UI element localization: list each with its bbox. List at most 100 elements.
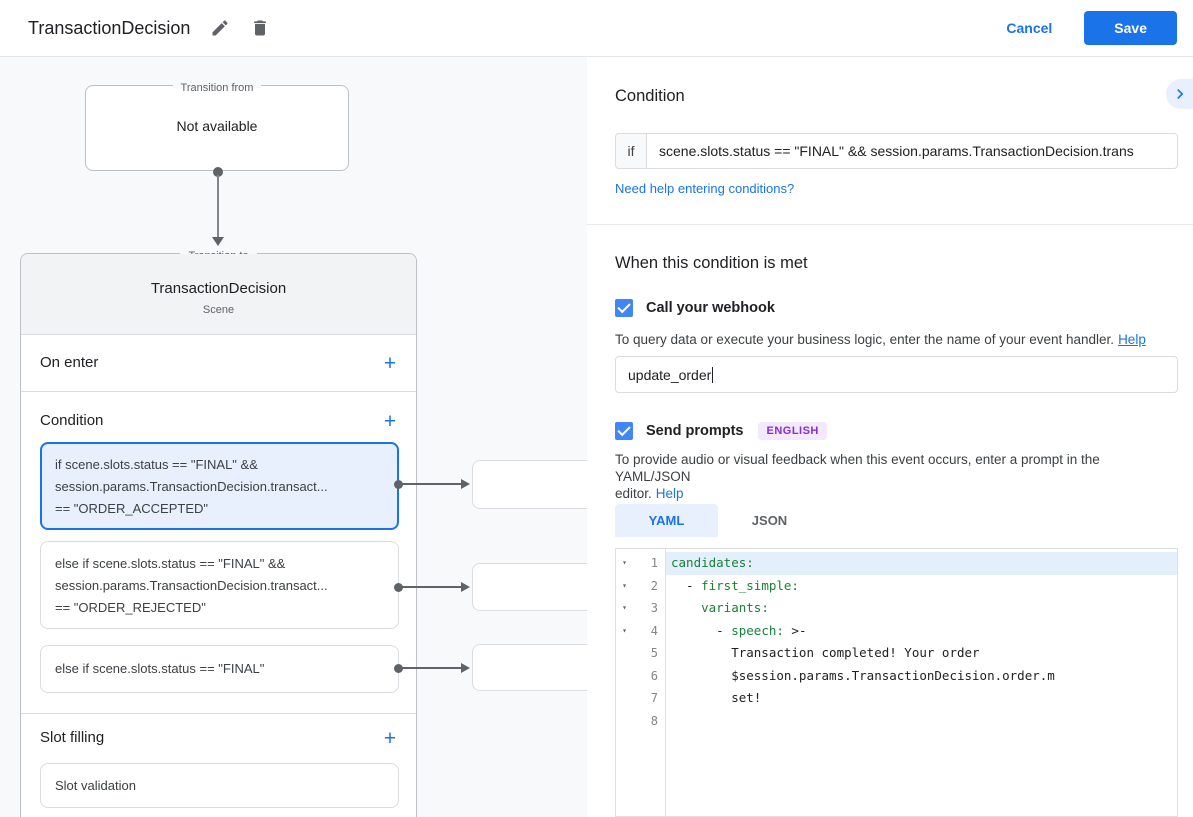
code-line[interactable]: candidates: [666, 552, 1177, 575]
scene-type-label: Scene [21, 304, 416, 316]
transition-from-value: Not available [177, 118, 258, 134]
yaml-key-token: candidates: [671, 555, 754, 570]
add-on-enter-button[interactable]: + [376, 350, 404, 378]
webhook-checkbox[interactable] [615, 299, 633, 317]
code-line[interactable]: - speech: >- [666, 620, 1177, 643]
code-line[interactable]: Transaction completed! Your order [666, 642, 1177, 665]
yaml-key-token: speech: [731, 623, 784, 638]
fold-arrow-icon[interactable]: ▾ [616, 552, 633, 575]
condition-card-order-accepted[interactable]: if scene.slots.status == "FINAL" && sess… [40, 442, 399, 530]
when-met-heading: When this condition is met [615, 254, 808, 273]
line-number: 7 [633, 687, 665, 710]
collapse-panel-button[interactable] [1166, 79, 1193, 109]
connector-line [400, 586, 461, 588]
code-line[interactable] [666, 710, 1177, 733]
transition-to-node: Transition to TransactionDecision Scene … [20, 253, 417, 817]
chevron-right-icon [1170, 84, 1190, 104]
editor-gutter: ▾1▾2▾3▾45678 [616, 549, 666, 816]
transition-target-node[interactable] [472, 644, 587, 691]
connector-arrowhead-icon [461, 479, 470, 489]
code-line[interactable]: set! [666, 687, 1177, 710]
top-bar: TransactionDecision Cancel Save [0, 0, 1193, 57]
connector-line [217, 175, 219, 237]
conditions-help-link[interactable]: Need help entering conditions? [615, 181, 794, 196]
code-line[interactable]: - first_simple: [666, 575, 1177, 598]
yaml-text-token: set! [671, 690, 761, 705]
language-badge: ENGLISH [758, 422, 826, 440]
connector-arrowhead-icon [461, 663, 470, 673]
yaml-text-token: - [671, 623, 731, 638]
fold-arrow-icon[interactable]: ▾ [616, 597, 633, 620]
connector-line [400, 483, 461, 485]
gutter-row: 6 [616, 665, 665, 688]
connector-line [400, 667, 461, 669]
code-line[interactable]: $session.params.TransactionDecision.orde… [666, 665, 1177, 688]
condition-expression-field[interactable]: if scene.slots.status == "FINAL" && sess… [615, 133, 1178, 169]
yaml-text-token [671, 600, 701, 615]
condition-expression-value[interactable]: scene.slots.status == "FINAL" && session… [647, 134, 1177, 168]
condition-card-order-rejected[interactable]: else if scene.slots.status == "FINAL" &&… [40, 541, 399, 629]
yaml-key-token: variants: [701, 600, 769, 615]
add-slot-button[interactable]: + [376, 725, 404, 753]
condition-card-final[interactable]: else if scene.slots.status == "FINAL" [40, 645, 399, 693]
edit-title-button[interactable] [202, 10, 238, 46]
condition-section-label: Condition [40, 412, 103, 429]
webhook-help-link[interactable]: Help [1118, 332, 1146, 347]
page-title: TransactionDecision [28, 18, 190, 39]
line-number: 8 [633, 710, 665, 733]
prompt-code-editor[interactable]: ▾1▾2▾3▾45678 candidates: - first_simple:… [615, 548, 1178, 817]
prompts-checkbox[interactable] [615, 422, 633, 440]
line-number: 2 [633, 575, 665, 598]
prompts-row: Send prompts ENGLISH [615, 422, 827, 440]
add-condition-button[interactable]: + [376, 408, 404, 436]
text-cursor [712, 367, 713, 383]
gutter-row: 7 [616, 687, 665, 710]
connector-arrowhead-icon [461, 582, 470, 592]
connector-arrowhead-icon [212, 237, 224, 246]
trash-icon [250, 18, 270, 38]
line-number: 4 [633, 620, 665, 643]
save-button[interactable]: Save [1084, 11, 1177, 45]
yaml-text-token: Transaction completed! Your order [671, 645, 980, 660]
scene-header: TransactionDecision Scene [21, 254, 416, 335]
webhook-handler-value: update_order [628, 367, 711, 383]
webhook-handler-input[interactable]: update_order [615, 356, 1178, 393]
transition-target-node[interactable] [472, 563, 587, 611]
divider [587, 224, 1193, 225]
scene-flow-canvas: Transition from Not available Transition… [0, 57, 587, 817]
fold-arrow-icon[interactable]: ▾ [616, 575, 633, 598]
transition-from-node: Transition from Not available [85, 85, 349, 171]
code-line[interactable]: variants: [666, 597, 1177, 620]
transition-from-legend: Transition from [86, 78, 348, 96]
line-number: 1 [633, 552, 665, 575]
fold-arrow-icon[interactable]: ▾ [616, 620, 633, 643]
divider [21, 391, 416, 392]
gutter-row: ▾1 [616, 552, 665, 575]
tab-json[interactable]: JSON [718, 504, 821, 537]
yaml-text-token: >- [784, 623, 807, 638]
yaml-text-token: - [671, 578, 701, 593]
cancel-button[interactable]: Cancel [990, 12, 1068, 44]
condition-detail-panel: Condition if scene.slots.status == "FINA… [587, 57, 1193, 817]
webhook-label: Call your webhook [646, 300, 775, 316]
tab-yaml[interactable]: YAML [615, 504, 718, 537]
line-number: 5 [633, 642, 665, 665]
line-number: 6 [633, 665, 665, 688]
condition-heading: Condition [615, 87, 685, 106]
webhook-description: To query data or execute your business l… [615, 331, 1178, 348]
on-enter-label: On enter [40, 354, 98, 371]
if-prefix-label: if [616, 134, 647, 168]
editor-code[interactable]: candidates: - first_simple: variants: - … [666, 549, 1177, 816]
transition-target-node[interactable] [472, 460, 587, 509]
editor-tabs: YAML JSON [615, 504, 821, 537]
slot-validation-card[interactable]: Slot validation [40, 763, 399, 808]
yaml-text-token: $session.params.TransactionDecision.orde… [671, 668, 1055, 683]
prompts-label: Send prompts [646, 423, 743, 439]
gutter-row: ▾2 [616, 575, 665, 598]
delete-scene-button[interactable] [242, 10, 278, 46]
gutter-row: 8 [616, 710, 665, 733]
yaml-key-token: first_simple: [701, 578, 799, 593]
divider [21, 713, 416, 714]
prompts-help-link[interactable]: Help [656, 486, 684, 501]
slot-filling-label: Slot filling [40, 729, 104, 746]
